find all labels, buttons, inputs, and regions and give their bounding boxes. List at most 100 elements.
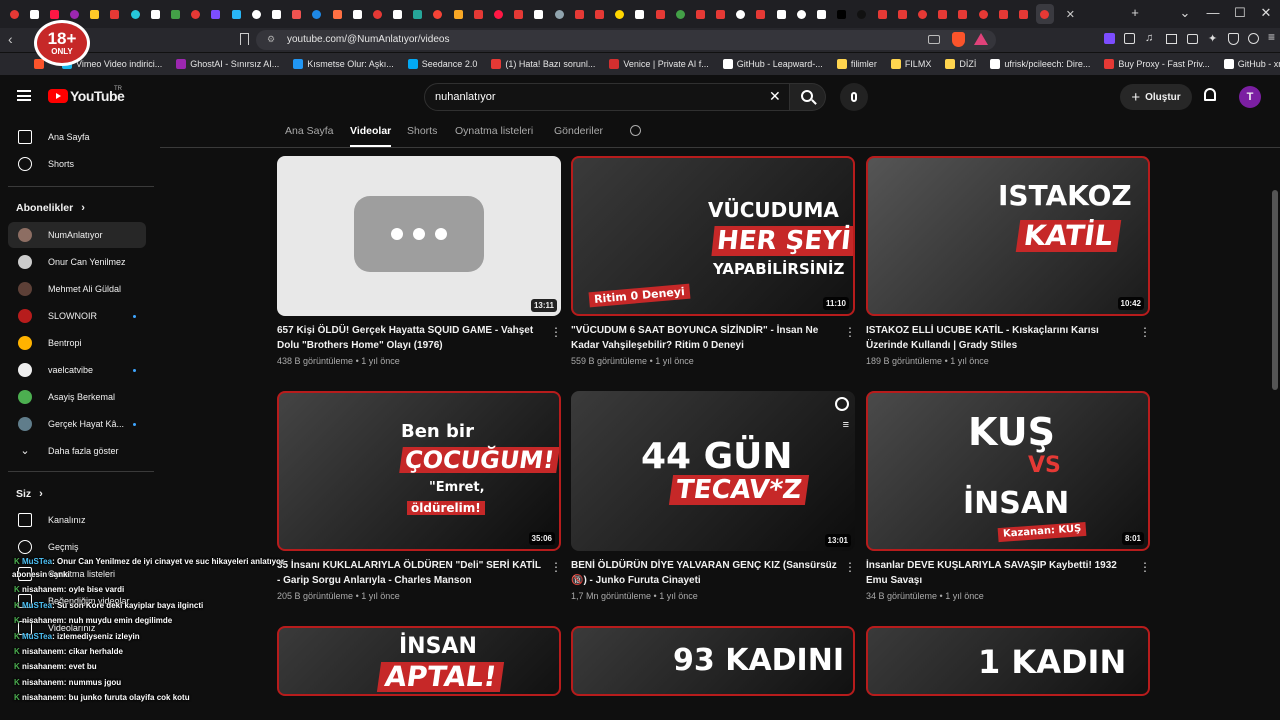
- show-more-button[interactable]: ⌄ Daha fazla göster: [8, 438, 146, 464]
- youtube-logo-icon[interactable]: [48, 89, 68, 103]
- sidebar-item-home[interactable]: Ana Sayfa: [8, 124, 146, 150]
- video-thumbnail[interactable]: 8:01 KUŞ VS İNSAN Kazanan: KUŞ: [866, 391, 1150, 551]
- browser-tab[interactable]: [591, 6, 607, 22]
- search-button[interactable]: [790, 83, 826, 111]
- browser-tab[interactable]: [571, 6, 587, 22]
- video-title[interactable]: 35 İnsanı KUKLALARIYLA ÖLDÜREN "Deli" SE…: [277, 558, 545, 588]
- browser-tab[interactable]: [491, 6, 507, 22]
- browser-tab[interactable]: [632, 6, 648, 22]
- video-thumbnail[interactable]: İNSAN APTAL!: [277, 626, 561, 696]
- video-title[interactable]: ISTAKOZ ELLİ UCUBE KATİL - Kıskaçlarını …: [866, 323, 1134, 353]
- browser-tab[interactable]: [672, 6, 688, 22]
- browser-tab[interactable]: [955, 6, 971, 22]
- browser-tab[interactable]: [329, 6, 345, 22]
- subscription-item[interactable]: vaelcatvibe: [8, 357, 146, 383]
- media-icon[interactable]: ♫: [1145, 32, 1153, 44]
- browser-tab[interactable]: [652, 6, 668, 22]
- video-thumbnail[interactable]: 13:01 ≡ 44 GÜN TECAV*Z: [571, 391, 855, 551]
- bookmark-item[interactable]: (1) Hata! Bazı sorunl...: [491, 59, 595, 69]
- browser-tab[interactable]: [87, 6, 103, 22]
- bookmark-item[interactable]: Venice | Private AI f...: [609, 59, 709, 69]
- browser-tab[interactable]: [147, 6, 163, 22]
- watch-later-icon[interactable]: [835, 397, 849, 411]
- browser-tab[interactable]: [470, 6, 486, 22]
- browser-tab[interactable]: [914, 6, 930, 22]
- browser-tab[interactable]: [854, 6, 870, 22]
- browser-tab[interactable]: [67, 6, 83, 22]
- browser-tab[interactable]: [248, 6, 264, 22]
- brave-shield-icon[interactable]: [952, 32, 965, 47]
- subscription-item[interactable]: SLOWNOIR: [8, 303, 146, 329]
- bookmark-item[interactable]: GhostAI - Sınırsız AI...: [176, 59, 279, 69]
- browser-tab[interactable]: [390, 6, 406, 22]
- subscriptions-heading[interactable]: Abonelikler ›: [16, 202, 85, 214]
- bookmark-item[interactable]: GitHub - Leapward-...: [722, 59, 823, 69]
- video-thumbnail[interactable]: 35:06 Ben bir ÇOCUĞUM! "Emret, öldürelim!: [277, 391, 561, 551]
- add-to-queue-icon[interactable]: ≡: [843, 419, 849, 431]
- channel-tab[interactable]: Videolar: [350, 125, 391, 137]
- browser-tab[interactable]: [369, 6, 385, 22]
- browser-tab[interactable]: [450, 6, 466, 22]
- brave-rewards-icon[interactable]: [974, 33, 988, 45]
- new-tab-button[interactable]: +: [1125, 5, 1145, 20]
- wallet-icon[interactable]: [1187, 34, 1198, 44]
- channel-tab[interactable]: Oynatma listeleri: [455, 125, 533, 137]
- voice-search-button[interactable]: [840, 83, 868, 111]
- video-thumbnail[interactable]: 93 KADINI: [571, 626, 855, 696]
- browser-tab[interactable]: [975, 6, 991, 22]
- bookmark-icon[interactable]: [240, 33, 249, 45]
- profile-icon[interactable]: [1248, 33, 1259, 44]
- page-scrollbar[interactable]: [1272, 190, 1278, 390]
- browser-tab[interactable]: [268, 6, 284, 22]
- close-window-button[interactable]: ✕: [1256, 5, 1276, 21]
- minimize-button[interactable]: —: [1203, 5, 1223, 20]
- browser-tab[interactable]: [733, 6, 749, 22]
- browser-tab[interactable]: [309, 6, 325, 22]
- browser-tab[interactable]: [713, 6, 729, 22]
- browser-tab[interactable]: [551, 6, 567, 22]
- browser-tab[interactable]: [6, 6, 22, 22]
- you-item[interactable]: Kanalınız: [8, 507, 146, 533]
- bookmark-item[interactable]: filimler: [836, 59, 877, 69]
- browser-tab[interactable]: [349, 6, 365, 22]
- video-thumbnail[interactable]: 11:10 VÜCUDUMA HER ŞEYİ YAPABİLİRSİNİZ Ritim…: [571, 156, 855, 316]
- browser-tab[interactable]: [874, 6, 890, 22]
- cast-icon[interactable]: [928, 35, 940, 44]
- subscription-item[interactable]: NumAnlatıyor: [8, 222, 146, 248]
- video-thumbnail[interactable]: 13:11: [277, 156, 561, 316]
- browser-tab[interactable]: [107, 6, 123, 22]
- you-heading[interactable]: Siz ›: [16, 488, 43, 500]
- browser-tab[interactable]: [430, 6, 446, 22]
- extension-1-icon[interactable]: [1104, 33, 1115, 44]
- browser-tab[interactable]: [612, 6, 628, 22]
- browser-tab[interactable]: [188, 6, 204, 22]
- subscription-item[interactable]: Onur Can Yenilmez: [8, 249, 146, 275]
- site-info-icon[interactable]: ⚙: [267, 34, 275, 45]
- browser-tab[interactable]: [793, 6, 809, 22]
- more-options-icon[interactable]: ⋮: [1139, 560, 1151, 574]
- browser-tab[interactable]: [814, 6, 830, 22]
- browser-tab[interactable]: [511, 6, 527, 22]
- browser-tab[interactable]: [26, 6, 42, 22]
- bookmark-item[interactable]: GitHub - xmkg/ko-t...: [1223, 59, 1280, 69]
- browser-tab[interactable]: [894, 6, 910, 22]
- sidebar-item-shorts[interactable]: Shorts: [8, 151, 146, 177]
- browser-tab[interactable]: [1035, 4, 1054, 24]
- video-thumbnail[interactable]: 1 KADIN: [866, 626, 1150, 696]
- sidebar-toggle-icon[interactable]: [1166, 34, 1177, 44]
- browser-tab[interactable]: [168, 6, 184, 22]
- more-options-icon[interactable]: ⋮: [1139, 325, 1151, 339]
- leo-ai-icon[interactable]: ✦: [1208, 32, 1217, 45]
- bookmark-item[interactable]: Seedance 2.0: [407, 59, 477, 69]
- more-options-icon[interactable]: ⋮: [844, 325, 856, 339]
- subscription-item[interactable]: Gerçek Hayat Kâ...: [8, 411, 146, 437]
- search-input[interactable]: nuhanlatıyor: [435, 91, 496, 103]
- maximize-button[interactable]: ☐: [1230, 5, 1250, 21]
- channel-tab[interactable]: Ana Sayfa: [285, 125, 333, 137]
- browser-tab[interactable]: [995, 6, 1011, 22]
- browser-tab[interactable]: [1015, 6, 1031, 22]
- subscription-item[interactable]: Asayiş Berkemal: [8, 384, 146, 410]
- subscription-item[interactable]: Bentropi: [8, 330, 146, 356]
- browser-tab[interactable]: [935, 6, 951, 22]
- video-title[interactable]: İnsanlar DEVE KUŞLARIYLA SAVAŞIP Kaybett…: [866, 558, 1134, 588]
